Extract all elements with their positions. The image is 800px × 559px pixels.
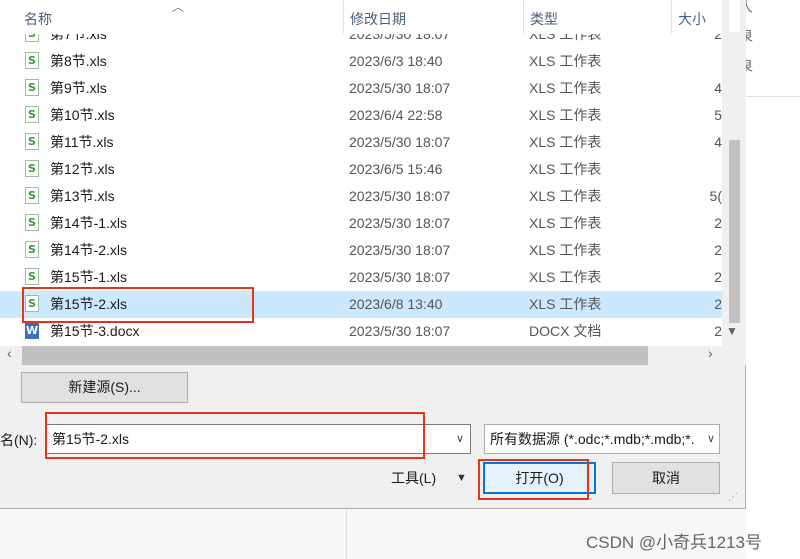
file-type: XLS 工作表	[529, 296, 602, 312]
resize-grip-icon[interactable]: ⋰	[728, 492, 738, 503]
file-modified-date: 2023/5/30 18:07	[349, 269, 451, 285]
spreadsheet-icon: S	[25, 160, 39, 177]
background-window	[746, 0, 800, 559]
file-row[interactable]: S 第13节.xls 2023/5/30 18:07 XLS 工作表 5(	[0, 183, 722, 210]
file-modified-date: 2023/6/5 15:46	[349, 161, 443, 177]
file-name-label: 名(N):	[0, 432, 38, 448]
file-type: DOCX 文档	[529, 323, 602, 339]
spreadsheet-icon: S	[25, 106, 39, 123]
file-modified-date: 2023/5/30 18:07	[349, 215, 451, 231]
file-row[interactable]: S 第8节.xls 2023/6/3 18:40 XLS 工作表	[0, 48, 722, 75]
file-modified-date: 2023/6/8 13:40	[349, 296, 443, 312]
file-size: 2	[714, 242, 722, 258]
file-row[interactable]: S 第9节.xls 2023/5/30 18:07 XLS 工作表 4	[0, 75, 722, 102]
scroll-down-arrow-icon[interactable]: ▼	[726, 324, 738, 338]
file-type: XLS 工作表	[529, 242, 602, 258]
file-size: 2	[714, 269, 722, 285]
tools-menu-label: 工具(L)	[391, 470, 437, 486]
file-modified-date: 2023/5/30 18:07	[349, 242, 451, 258]
file-type: XLS 工作表	[529, 80, 602, 96]
scroll-right-arrow-icon[interactable]: ›	[708, 345, 713, 361]
file-list[interactable]: S第7节.xls2023/5/30 18:07XLS 工作表2S第8节.xls2…	[0, 0, 746, 366]
file-name: 第15节-3.docx	[50, 323, 140, 339]
chevron-down-icon: ∨	[706, 433, 715, 445]
file-type: XLS 工作表	[529, 161, 602, 177]
file-size: 2	[714, 215, 722, 231]
file-rows: S第7节.xls2023/5/30 18:07XLS 工作表2S第8节.xls2…	[0, 0, 722, 346]
column-header-type[interactable]: 类型	[523, 0, 671, 34]
file-row[interactable]: S 第10节.xls 2023/6/4 22:58 XLS 工作表 5	[0, 102, 722, 129]
file-row[interactable]: S 第15节-1.xls 2023/5/30 18:07 XLS 工作表 2	[0, 264, 722, 291]
file-size	[674, 156, 722, 183]
file-size: 2	[714, 323, 722, 339]
file-modified-date: 2023/5/30 18:07	[349, 323, 451, 339]
vertical-scrollbar-thumb[interactable]	[729, 140, 740, 323]
file-modified-date: 2023/5/30 18:07	[349, 188, 451, 204]
spreadsheet-icon: S	[25, 79, 39, 96]
file-modified-date: 2023/6/4 22:58	[349, 107, 443, 123]
watermark: CSDN @小奇兵1213号	[586, 533, 762, 552]
spreadsheet-icon: S	[25, 52, 39, 69]
file-row[interactable]: S 第14节-1.xls 2023/5/30 18:07 XLS 工作表 2	[0, 210, 722, 237]
new-source-button[interactable]: 新建源(S)...	[21, 372, 188, 403]
file-type: XLS 工作表	[529, 107, 602, 123]
file-type-filter[interactable]: 所有数据源 (*.odc;*.mdb;*.mdb;*.mde;*.accdb;*…	[484, 424, 720, 454]
file-size: 4	[714, 80, 722, 96]
file-type: XLS 工作表	[529, 269, 602, 285]
file-name: 第14节-2.xls	[50, 242, 128, 258]
file-row[interactable]: S 第11节.xls 2023/5/30 18:07 XLS 工作表 4	[0, 129, 722, 156]
file-type: XLS 工作表	[529, 53, 602, 69]
open-button[interactable]: 打开(O)	[483, 462, 596, 494]
spreadsheet-icon: S	[25, 295, 39, 312]
file-name-dropdown-icon[interactable]: ∨	[449, 424, 471, 454]
file-size: 2	[714, 296, 722, 312]
cancel-button[interactable]: 取消	[612, 462, 720, 494]
scrollbar-corner	[722, 346, 746, 366]
file-name: 第12节.xls	[50, 161, 115, 177]
file-size	[674, 48, 722, 75]
file-size: 4	[714, 134, 722, 150]
tools-dropdown-icon: ▼	[456, 472, 467, 484]
spreadsheet-icon: S	[25, 133, 39, 150]
file-type: XLS 工作表	[529, 134, 602, 150]
sort-ascending-icon: ︿	[172, 0, 185, 14]
file-name: 第15节-2.xls	[50, 296, 128, 312]
file-modified-date: 2023/6/3 18:40	[349, 53, 443, 69]
file-type-filter-value: 所有数据源 (*.odc;*.mdb;*.mdb;*.mde;*.accdb;*…	[490, 431, 695, 447]
file-row[interactable]: W 第15节-3.docx 2023/5/30 18:07 DOCX 文档 2	[0, 318, 722, 345]
file-row[interactable]: S 第12节.xls 2023/6/5 15:46 XLS 工作表	[0, 156, 722, 183]
file-name: 第9节.xls	[50, 80, 107, 96]
column-header-size[interactable]: 大小	[671, 0, 722, 34]
file-modified-date: 2023/5/30 18:07	[349, 134, 451, 150]
file-size: 5	[714, 107, 722, 123]
vertical-scrollbar-track	[729, 0, 740, 32]
file-type: XLS 工作表	[529, 188, 602, 204]
file-name: 第11节.xls	[50, 134, 114, 150]
spreadsheet-icon: S	[25, 187, 39, 204]
file-row[interactable]: S 第14节-2.xls 2023/5/30 18:07 XLS 工作表 2	[0, 237, 722, 264]
word-document-icon: W	[25, 322, 39, 339]
file-name: 第10节.xls	[50, 107, 115, 123]
file-name: 第15节-1.xls	[50, 269, 128, 285]
scroll-left-arrow-icon[interactable]: ‹	[7, 345, 12, 361]
file-modified-date: 2023/5/30 18:07	[349, 80, 451, 96]
background-divider	[346, 508, 347, 559]
spreadsheet-icon: S	[25, 268, 39, 285]
file-type: XLS 工作表	[529, 215, 602, 231]
file-size: 5(	[709, 188, 722, 204]
open-file-dialog: S第7节.xls2023/5/30 18:07XLS 工作表2S第8节.xls2…	[0, 0, 746, 509]
file-row[interactable]: S 第15节-2.xls 2023/6/8 13:40 XLS 工作表 2	[0, 291, 722, 318]
column-header: 名称 ︿ 修改日期 类型 大小	[0, 0, 746, 34]
file-name: 第14节-1.xls	[50, 215, 128, 231]
spreadsheet-icon: S	[25, 241, 39, 258]
file-name: 第8节.xls	[50, 53, 107, 69]
spreadsheet-icon: S	[25, 214, 39, 231]
file-name: 第13节.xls	[50, 188, 115, 204]
file-name-input[interactable]: 第15节-2.xls	[46, 424, 471, 454]
horizontal-scrollbar-thumb[interactable]	[22, 346, 648, 365]
tools-menu[interactable]: 工具(L) ▼	[380, 463, 474, 493]
background-divider	[746, 96, 800, 97]
column-header-date[interactable]: 修改日期	[343, 0, 523, 34]
